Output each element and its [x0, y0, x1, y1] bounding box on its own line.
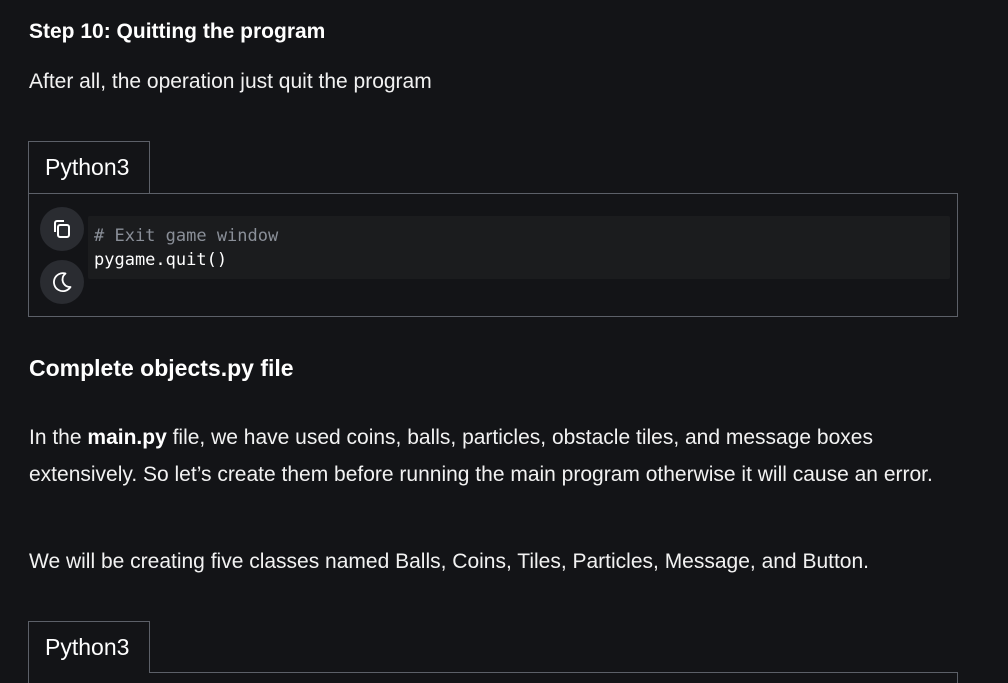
- moon-icon: [53, 272, 72, 292]
- code-block: # Exit game window pygame.quit(): [28, 193, 958, 317]
- objects-intro-paragraph: In the main.py file, we have used coins,…: [29, 419, 969, 493]
- code-block-second: [28, 672, 958, 683]
- step-paragraph: After all, the operation just quit the p…: [29, 70, 432, 93]
- code-line-comment: # Exit game window: [94, 226, 279, 246]
- code-tab-python3-second[interactable]: Python3: [28, 621, 150, 673]
- code-area[interactable]: # Exit game window pygame.quit(): [88, 216, 950, 279]
- copy-icon: [54, 220, 70, 238]
- para-text-prefix: In the: [29, 426, 88, 449]
- classes-paragraph: We will be creating five classes named B…: [29, 550, 869, 573]
- code-line-statement: pygame.quit(): [94, 250, 228, 270]
- section-heading: Complete objects.py file: [29, 355, 294, 381]
- step-heading: Step 10: Quitting the program: [29, 20, 326, 43]
- copy-button[interactable]: [40, 207, 84, 251]
- main-py-filename: main.py: [87, 426, 167, 449]
- code-tab-python3[interactable]: Python3: [28, 141, 150, 193]
- theme-toggle-button[interactable]: [40, 260, 84, 304]
